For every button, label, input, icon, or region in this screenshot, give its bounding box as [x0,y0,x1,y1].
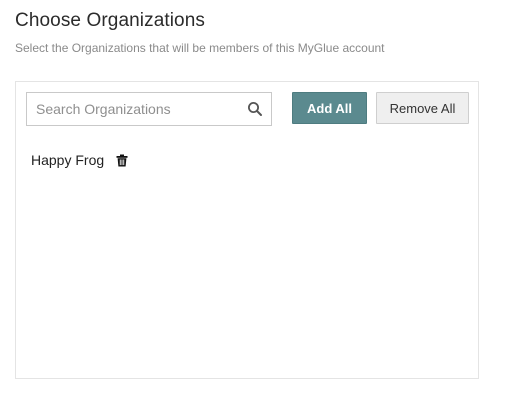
organization-list-item: Happy Frog [31,151,128,169]
add-all-button[interactable]: Add All [292,92,367,124]
page-title: Choose Organizations [15,10,205,31]
page-subtitle: Select the Organizations that will be me… [15,41,385,55]
search-input[interactable] [27,93,237,125]
organization-name: Happy Frog [31,152,105,168]
remove-all-button[interactable]: Remove All [376,92,469,124]
search-icon[interactable] [247,101,263,117]
trash-icon[interactable] [116,154,128,167]
choose-organizations-page: Choose Organizations Select the Organiza… [0,0,510,399]
organizations-panel: Add All Remove All Happy Frog [15,81,479,379]
search-box [26,92,272,126]
